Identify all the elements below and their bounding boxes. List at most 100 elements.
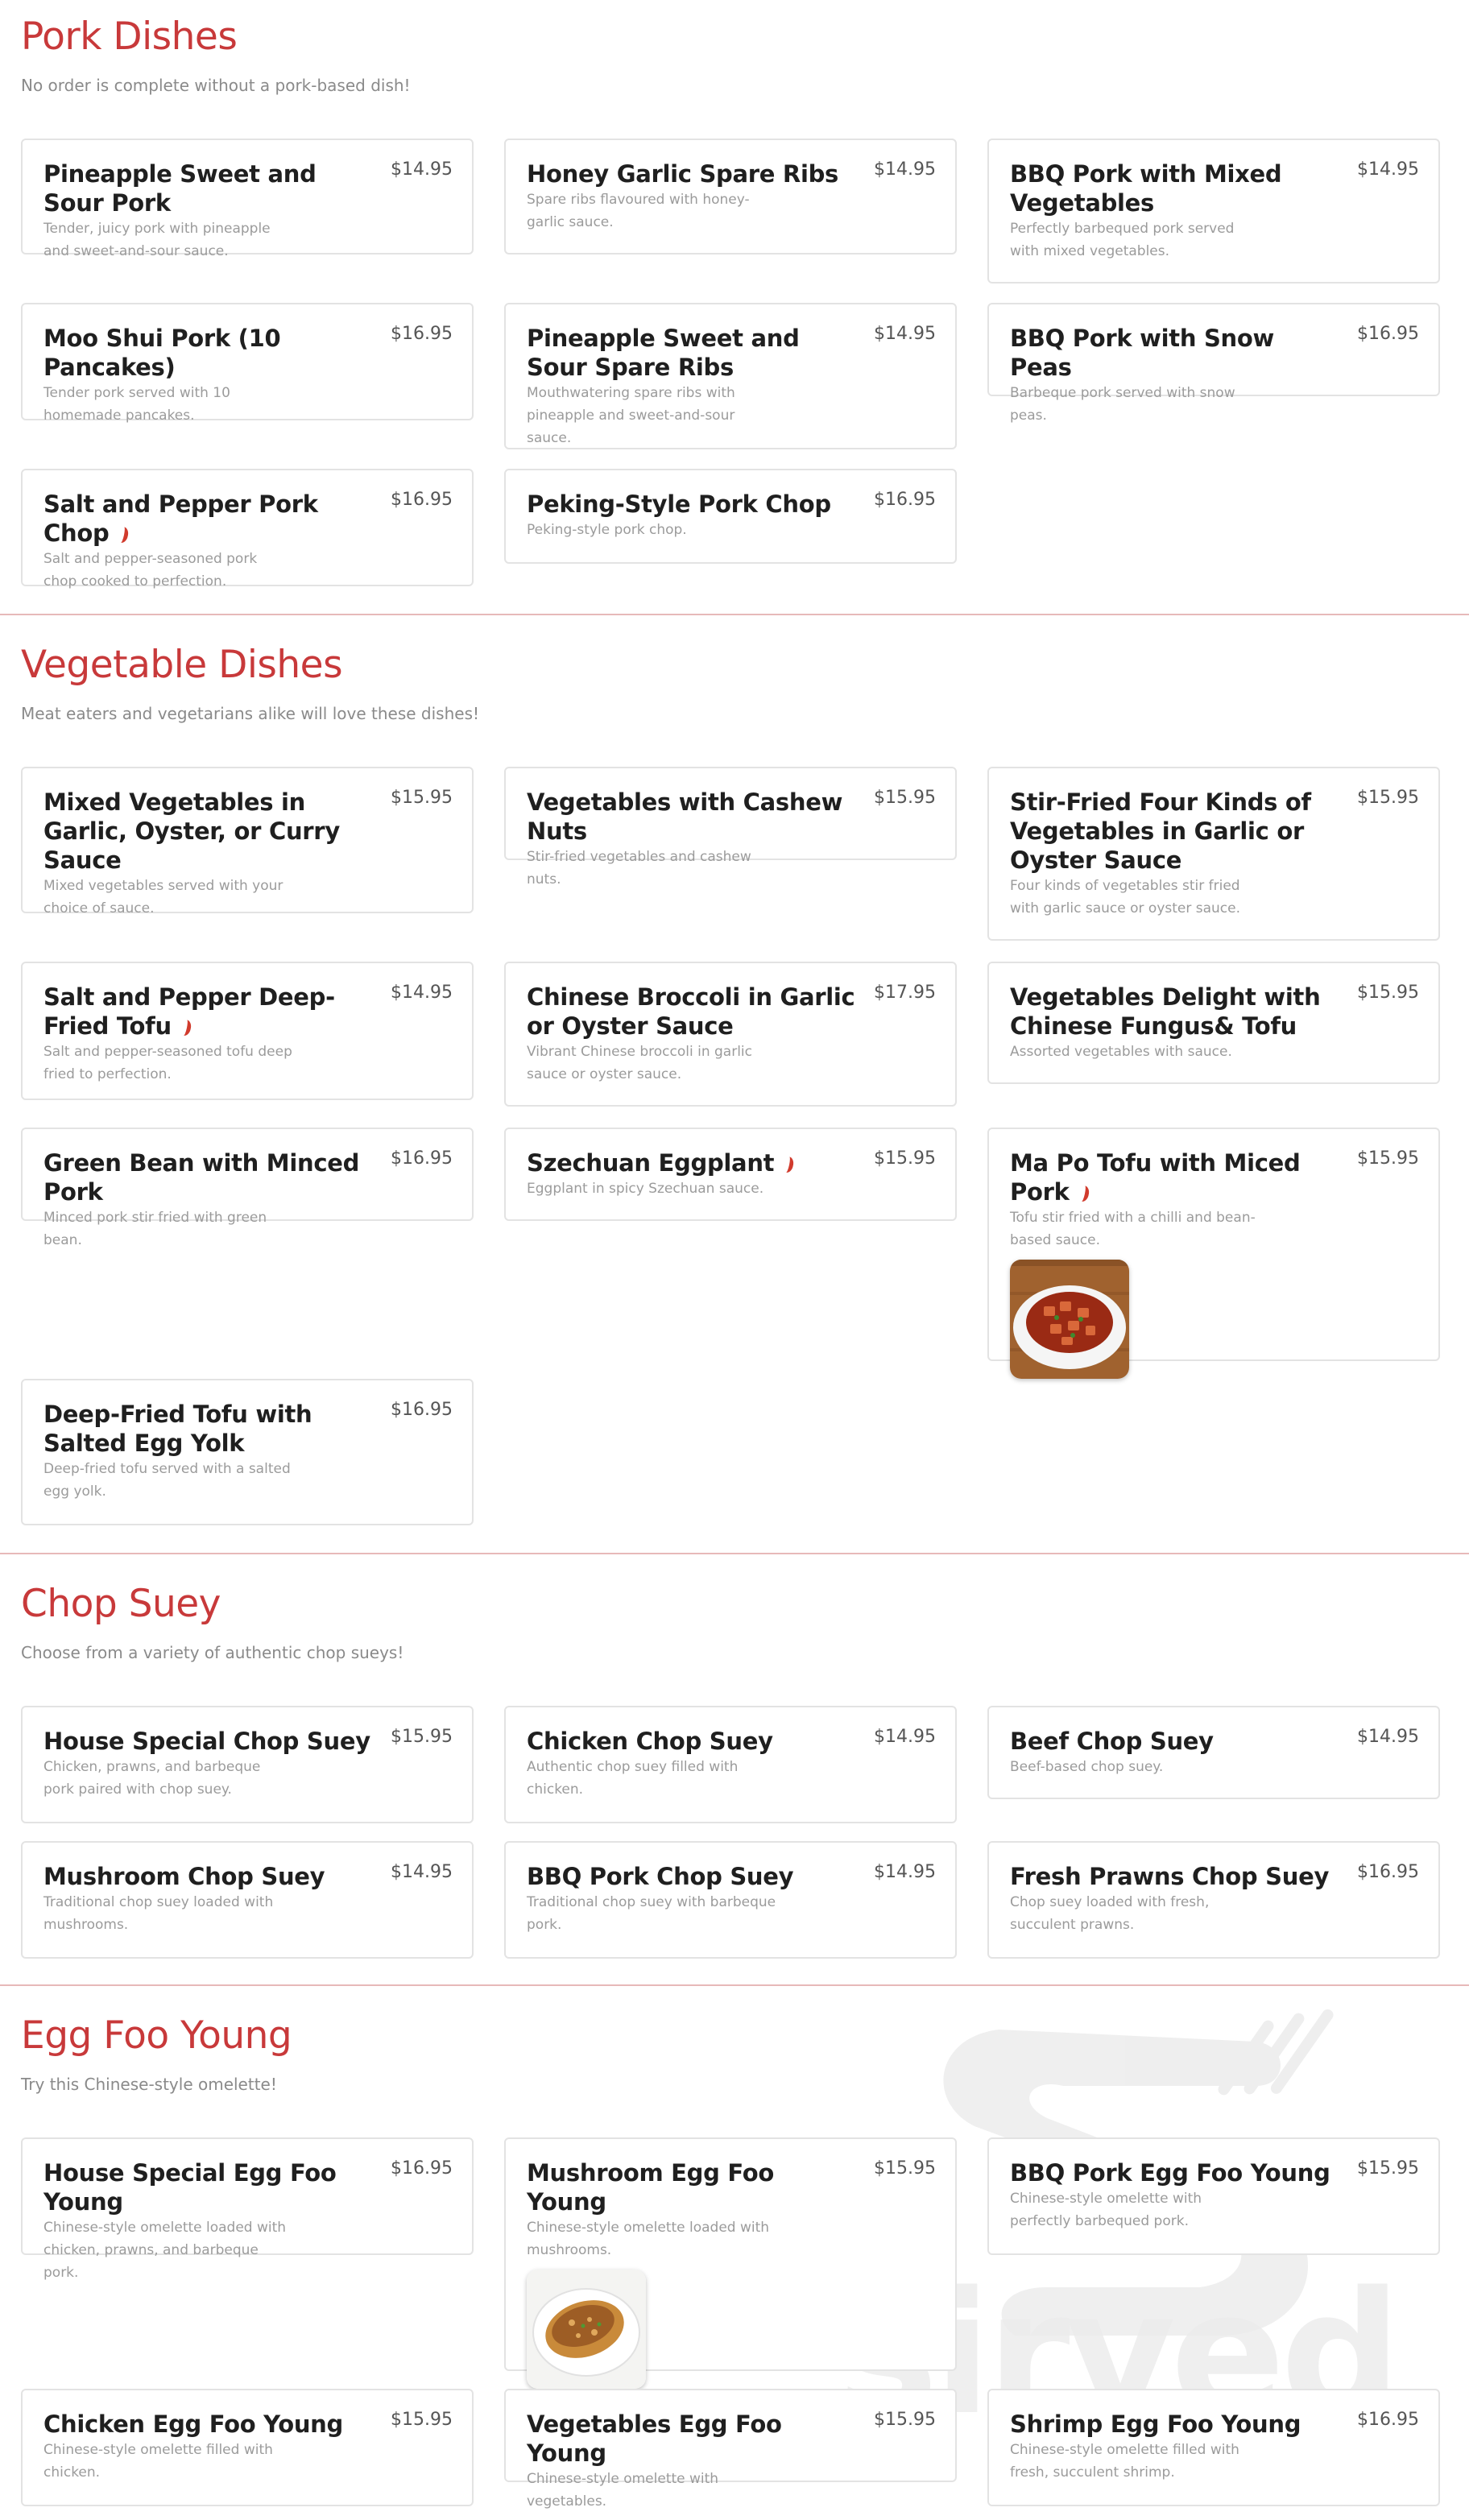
menu-item-description: Spare ribs flavoured with honey-garlic s… xyxy=(527,192,750,230)
menu-item-card[interactable]: Stir-Fried Four Kinds of Vegetables in G… xyxy=(987,767,1440,941)
section-divider xyxy=(0,614,1469,615)
menu-item-card[interactable]: Salt and Pepper Deep-Fried Tofu $14.95 S… xyxy=(21,962,474,1100)
menu-item-description: Stir-fried vegetables and cashew nuts. xyxy=(527,849,751,888)
menu-item-card[interactable]: Szechuan Eggplant $15.95 Eggplant in spi… xyxy=(504,1128,957,1221)
menu-item-description: Salt and pepper-seasoned tofu deep fried… xyxy=(43,1044,292,1082)
menu-item-price: $14.95 xyxy=(1357,159,1419,180)
menu-item-price: $16.95 xyxy=(391,1148,453,1169)
menu-item-card[interactable]: Chinese Broccoli in Garlic or Oyster Sau… xyxy=(504,962,957,1107)
chili-pepper-icon xyxy=(780,1155,796,1174)
menu-item-card[interactable]: Pineapple Sweet and Sour Spare Ribs $14.… xyxy=(504,303,957,449)
menu-item-card[interactable]: BBQ Pork Chop Suey $14.95 Traditional ch… xyxy=(504,1841,957,1959)
menu-item-price: $15.95 xyxy=(874,1148,936,1169)
menu-item-card[interactable]: BBQ Pork Egg Foo Young $15.95 Chinese-st… xyxy=(987,2137,1440,2255)
menu-item-card[interactable]: BBQ Pork with Mixed Vegetables $14.95 Pe… xyxy=(987,139,1440,283)
menu-item-name: Szechuan Eggplant xyxy=(527,1149,775,1177)
section-title: Chop Suey xyxy=(21,1582,221,1626)
menu-item-card[interactable]: Vegetables Delight with Chinese Fungus& … xyxy=(987,962,1440,1084)
menu-item-description: Traditional chop suey loaded with mushro… xyxy=(43,1894,274,1933)
menu-item-card[interactable]: Mushroom Chop Suey $14.95 Traditional ch… xyxy=(21,1841,474,1959)
menu-item-card[interactable]: Honey Garlic Spare Ribs $14.95 Spare rib… xyxy=(504,139,957,254)
menu-item-price: $16.95 xyxy=(1357,2410,1419,2430)
menu-item-card[interactable]: Chicken Chop Suey $14.95 Authentic chop … xyxy=(504,1706,957,1823)
menu-item-price: $15.95 xyxy=(1357,983,1419,1003)
menu-item-card[interactable]: Vegetables Egg Foo Young $15.95 Chinese-… xyxy=(504,2389,957,2510)
menu-item-price: $15.95 xyxy=(874,788,936,808)
menu-item-description: Vibrant Chinese broccoli in garlic sauce… xyxy=(527,1044,752,1082)
menu-item-card[interactable]: Vegetables with Cashew Nuts $15.95 Stir-… xyxy=(504,767,957,888)
menu-item-price: $15.95 xyxy=(391,2410,453,2430)
section-title: Pork Dishes xyxy=(21,14,238,59)
menu-item-price: $15.95 xyxy=(1357,788,1419,808)
section-divider xyxy=(0,1984,1469,1986)
menu-item-card[interactable]: Ma Po Tofu with Miced Pork $15.95 Tofu s… xyxy=(987,1128,1440,1379)
menu-item-price: $16.95 xyxy=(874,490,936,510)
chili-pepper-icon xyxy=(177,1018,192,1037)
menu-item-price: $15.95 xyxy=(391,788,453,808)
menu-item-name: Salt and Pepper Pork Chop xyxy=(43,490,318,547)
menu-item-card[interactable]: Deep-Fried Tofu with Salted Egg Yolk $16… xyxy=(21,1379,474,1525)
menu-item-price: $16.95 xyxy=(1357,1862,1419,1882)
menu-item-description: Tender pork served with 10 homemade panc… xyxy=(43,385,230,424)
menu-item-description: Assorted vegetables with sauce. xyxy=(1010,1044,1232,1060)
menu-item-price: $14.95 xyxy=(391,983,453,1003)
menu-item-description: Traditional chop suey with barbeque pork… xyxy=(527,1894,776,1933)
menu-item-price: $14.95 xyxy=(391,159,453,180)
menu-item-card[interactable]: Chicken Egg Foo Young $15.95 Chinese-sty… xyxy=(21,2389,474,2506)
menu-item-card[interactable]: Beef Chop Suey $14.95 Beef-based chop su… xyxy=(987,1706,1440,1799)
menu-item-description: Chop suey loaded with fresh, succulent p… xyxy=(1010,1894,1210,1933)
section-divider xyxy=(0,1553,1469,1554)
menu-item-description: Tofu stir fried with a chilli and bean-b… xyxy=(1010,1210,1256,1248)
section-description: No order is complete without a pork-base… xyxy=(21,76,411,95)
menu-item-card[interactable]: Salt and Pepper Pork Chop $16.95 Salt an… xyxy=(21,469,474,590)
menu-item-description: Chicken, prawns, and barbeque pork paire… xyxy=(43,1759,261,1798)
menu-item-description: Chinese-style omelette filled with chick… xyxy=(43,2442,273,2481)
chili-pepper-icon xyxy=(115,525,130,544)
section-title: Egg Foo Young xyxy=(21,2013,292,2058)
menu-item-price: $14.95 xyxy=(391,1862,453,1882)
menu-item-description: Chinese-style omelette loaded with mushr… xyxy=(527,2220,770,2258)
menu-item-price: $16.95 xyxy=(391,324,453,344)
menu-item-price: $15.95 xyxy=(874,2158,936,2179)
menu-item-card[interactable]: Mixed Vegetables in Garlic, Oyster, or C… xyxy=(21,767,474,917)
menu-item-card[interactable]: House Special Chop Suey $15.95 Chicken, … xyxy=(21,1706,474,1823)
menu-item-card[interactable]: Moo Shui Pork (10 Pancakes) $16.95 Tende… xyxy=(21,303,474,424)
section-description: Try this Chinese-style omelette! xyxy=(21,2075,277,2094)
menu-item-description: Peking-style pork chop. xyxy=(527,522,687,538)
menu-item-card[interactable]: Peking-Style Pork Chop $16.95 Peking-sty… xyxy=(504,469,957,564)
egg-foo-young-photo[interactable] xyxy=(527,2270,646,2389)
menu-item-price: $15.95 xyxy=(391,1727,453,1747)
menu-item-price: $16.95 xyxy=(1357,324,1419,344)
menu-item-description: Four kinds of vegetables stir fried with… xyxy=(1010,878,1241,917)
section-description: Meat eaters and vegetarians alike will l… xyxy=(21,704,480,723)
menu-item-description: Chinese-style omelette filled with fresh… xyxy=(1010,2442,1239,2481)
menu-item-card[interactable]: BBQ Pork with Snow Peas $16.95 Barbeque … xyxy=(987,303,1440,424)
mapo-tofu-photo[interactable] xyxy=(1010,1260,1129,1379)
menu-item-price: $14.95 xyxy=(1357,1727,1419,1747)
menu-item-description: Barbeque pork served with snow peas. xyxy=(1010,385,1235,424)
menu-item-price: $14.95 xyxy=(874,324,936,344)
menu-item-price: $16.95 xyxy=(391,1400,453,1420)
menu-item-price: $16.95 xyxy=(391,490,453,510)
menu-item-description: Beef-based chop suey. xyxy=(1010,1759,1164,1775)
menu-item-card[interactable]: Pineapple Sweet and Sour Pork $14.95 Ten… xyxy=(21,139,474,259)
menu-item-card[interactable]: Shrimp Egg Foo Young $16.95 Chinese-styl… xyxy=(987,2389,1440,2506)
menu-item-card[interactable]: House Special Egg Foo Young $16.95 Chine… xyxy=(21,2137,474,2281)
menu-item-price: $17.95 xyxy=(874,983,936,1003)
menu-item-card[interactable]: Mushroom Egg Foo Young $15.95 Chinese-st… xyxy=(504,2137,957,2389)
menu-item-description: Tender, juicy pork with pineapple and sw… xyxy=(43,221,271,259)
menu-item-description: Authentic chop suey filled with chicken. xyxy=(527,1759,739,1798)
menu-item-card[interactable]: Fresh Prawns Chop Suey $16.95 Chop suey … xyxy=(987,1841,1440,1959)
menu-item-price: $14.95 xyxy=(874,159,936,180)
menu-item-price: $14.95 xyxy=(874,1862,936,1882)
menu-item-description: Deep-fried tofu served with a salted egg… xyxy=(43,1461,291,1500)
menu-item-description: Chinese-style omelette with vegetables. xyxy=(527,2471,719,2510)
menu-item-description: Chinese-style omelette loaded with chick… xyxy=(43,2220,287,2281)
menu-item-description: Chinese-style omelette with perfectly ba… xyxy=(1010,2191,1202,2229)
menu-item-price: $14.95 xyxy=(874,1727,936,1747)
chili-pepper-icon xyxy=(1075,1184,1090,1203)
menu-item-price: $15.95 xyxy=(1357,2158,1419,2179)
menu-item-price: $15.95 xyxy=(874,2410,936,2430)
menu-item-description: Perfectly barbequed pork served with mix… xyxy=(1010,221,1235,259)
menu-item-card[interactable]: Green Bean with Minced Pork $16.95 Mince… xyxy=(21,1128,474,1248)
